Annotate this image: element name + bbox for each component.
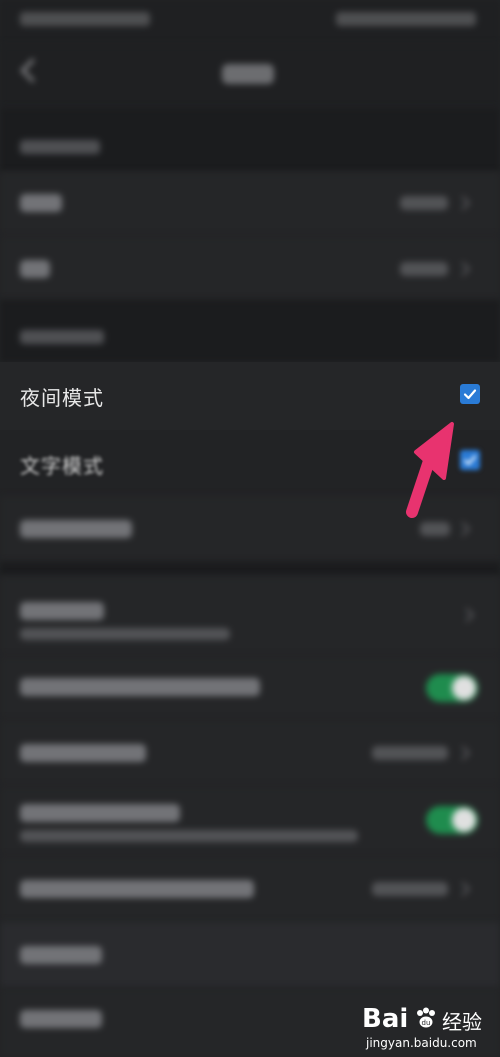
watermark-url: jingyan.baidu.com xyxy=(366,1036,477,1050)
watermark-brand: Bai xyxy=(362,1004,409,1034)
baidu-watermark: Bai du 经验 jingyan.baidu.com xyxy=(356,1002,496,1054)
watermark-brand-suffix: 经验 xyxy=(442,1010,482,1034)
svg-text:du: du xyxy=(422,1019,431,1027)
paw-icon: du xyxy=(417,1007,435,1028)
pink-arrow-icon xyxy=(406,422,454,518)
